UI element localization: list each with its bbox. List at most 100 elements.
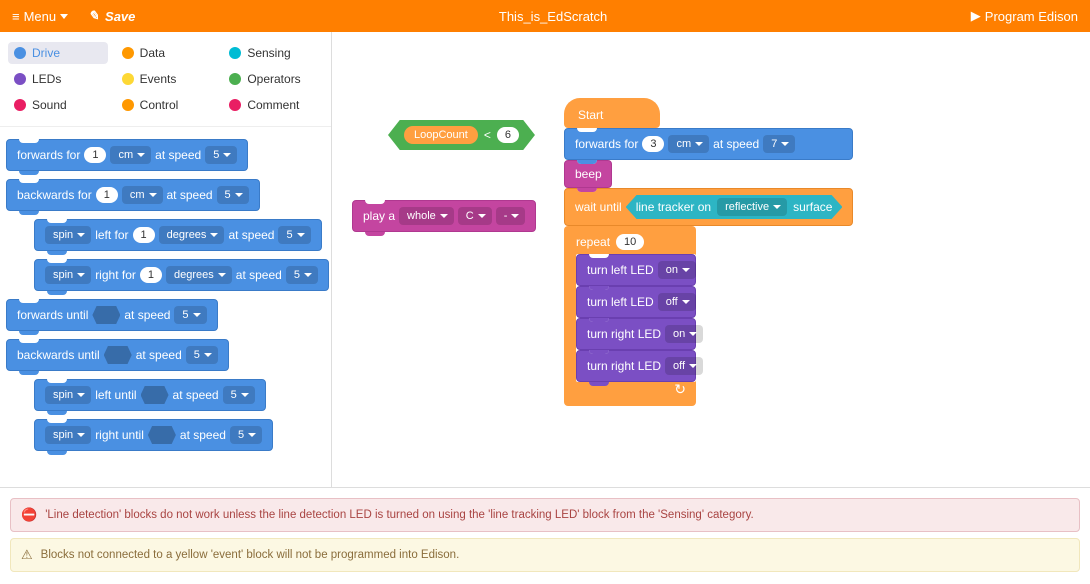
sidebar: Drive Data Sensing LEDs Events Operators… (0, 32, 332, 487)
condition-slot[interactable] (148, 426, 176, 444)
note-dropdown[interactable]: C (458, 207, 492, 225)
value-input[interactable]: 3 (642, 136, 664, 152)
spin-dropdown[interactable]: spin (45, 426, 91, 444)
state-dropdown[interactable]: on (665, 325, 703, 343)
play-note-block[interactable]: play a whole C - (352, 200, 536, 232)
hamburger-icon: ≡ (12, 9, 20, 24)
surface-dropdown[interactable]: reflective (717, 198, 787, 216)
app-header: ≡ Menu ✎ Save This_is_EdScratch ▶ Progra… (0, 0, 1090, 32)
unit-dropdown[interactable]: degrees (166, 266, 232, 284)
palette-block-backwards-until[interactable]: backwards until at speed 5 (6, 339, 229, 371)
error-icon: ⛔ (21, 507, 37, 523)
variable-pill[interactable]: LoopCount (404, 126, 478, 144)
speed-dropdown[interactable]: 5 (217, 186, 249, 204)
forwards-block[interactable]: forwards for 3 cm at speed 7 (564, 128, 853, 160)
category-sound[interactable]: Sound (8, 94, 108, 116)
menu-button[interactable]: ≡ Menu (12, 9, 68, 24)
condition-slot[interactable] (104, 346, 132, 364)
palette-block-spin-right-until[interactable]: spin right until at speed 5 (34, 419, 273, 451)
category-list: Drive Data Sensing LEDs Events Operators… (0, 32, 331, 127)
unit-dropdown[interactable]: degrees (159, 226, 225, 244)
category-sensing[interactable]: Sensing (223, 42, 323, 64)
value-input[interactable]: 1 (84, 147, 106, 163)
chevron-down-icon (60, 14, 68, 19)
category-events[interactable]: Events (116, 68, 216, 90)
palette-block-spin-left-for[interactable]: spin left for 1 degrees at speed 5 (34, 219, 322, 251)
unit-dropdown[interactable]: cm (122, 186, 163, 204)
start-label: Start (578, 108, 603, 122)
spin-dropdown[interactable]: spin (45, 386, 91, 404)
unit-dropdown[interactable]: cm (110, 146, 151, 164)
spin-dropdown[interactable]: spin (45, 226, 91, 244)
operator-symbol: < (484, 128, 491, 142)
repeat-body: turn left LED on turn left LED off turn … (576, 254, 696, 382)
condition-slot[interactable] (141, 386, 169, 404)
block-label: turn right LED (587, 359, 661, 373)
block-label: forwards until (17, 308, 88, 322)
category-label: Control (140, 98, 179, 112)
state-dropdown[interactable]: on (658, 261, 696, 279)
wait-until-block[interactable]: wait until line tracker on reflective su… (564, 188, 853, 226)
block-palette[interactable]: forwards for 1 cm at speed 5 backwards f… (0, 127, 331, 487)
program-stack[interactable]: Start forwards for 3 cm at speed 7 beep … (564, 98, 853, 406)
category-leds[interactable]: LEDs (8, 68, 108, 90)
block-label: turn left LED (587, 263, 654, 277)
speed-dropdown[interactable]: 5 (205, 146, 237, 164)
workspace-canvas[interactable]: LoopCount < 6 play a whole C - Start for… (332, 32, 1090, 487)
speed-label: at speed (155, 148, 201, 162)
error-alert: ⛔ 'Line detection' blocks do not work un… (10, 498, 1080, 532)
start-event-block[interactable]: Start (564, 98, 660, 128)
speed-label: at speed (167, 188, 213, 202)
line-tracker-sensor[interactable]: line tracker on reflective surface (626, 195, 843, 219)
dot-icon (229, 99, 241, 111)
repeat-block[interactable]: repeat 10 turn left LED on turn left LED… (564, 226, 696, 406)
category-label: Comment (247, 98, 299, 112)
menu-label: Menu (24, 9, 57, 24)
program-edison-button[interactable]: ▶ Program Edison (971, 8, 1078, 24)
beep-block[interactable]: beep (564, 160, 612, 188)
speed-dropdown[interactable]: 5 (230, 426, 262, 444)
turn-right-led-off-block[interactable]: turn right LED off (576, 350, 696, 382)
play-icon: ▶ (971, 8, 981, 24)
condition-slot[interactable] (92, 306, 120, 324)
palette-block-backwards-for[interactable]: backwards for 1 cm at speed 5 (6, 179, 260, 211)
speed-dropdown[interactable]: 5 (223, 386, 255, 404)
speed-dropdown[interactable]: 5 (174, 306, 206, 324)
block-label: backwards until (17, 348, 100, 362)
value-input[interactable]: 6 (497, 127, 519, 143)
workspace[interactable]: LoopCount < 6 play a whole C - Start for… (332, 32, 1090, 487)
turn-right-led-on-block[interactable]: turn right LED on (576, 318, 696, 350)
operator-compare-block[interactable]: LoopCount < 6 (388, 120, 535, 150)
category-data[interactable]: Data (116, 42, 216, 64)
block-label: play a (363, 209, 395, 223)
palette-block-spin-left-until[interactable]: spin left until at speed 5 (34, 379, 266, 411)
state-dropdown[interactable]: off (665, 357, 703, 375)
unit-dropdown[interactable]: cm (668, 135, 709, 153)
category-comment[interactable]: Comment (223, 94, 323, 116)
state-dropdown[interactable]: off (658, 293, 696, 311)
speed-dropdown[interactable]: 7 (763, 135, 795, 153)
value-input[interactable]: 1 (140, 267, 162, 283)
turn-left-led-off-block[interactable]: turn left LED off (576, 286, 696, 318)
palette-block-forwards-for[interactable]: forwards for 1 cm at speed 5 (6, 139, 248, 171)
category-control[interactable]: Control (116, 94, 216, 116)
speed-dropdown[interactable]: 5 (286, 266, 318, 284)
block-label: turn right LED (587, 327, 661, 341)
speed-dropdown[interactable]: 5 (186, 346, 218, 364)
loop-arrow-icon: ↻ (674, 381, 686, 398)
modifier-dropdown[interactable]: - (496, 207, 526, 225)
category-drive[interactable]: Drive (8, 42, 108, 64)
duration-dropdown[interactable]: whole (399, 207, 454, 225)
repeat-count[interactable]: 10 (616, 234, 644, 250)
palette-block-spin-right-for[interactable]: spin right for 1 degrees at speed 5 (34, 259, 329, 291)
sensor-post: surface (793, 200, 832, 214)
value-input[interactable]: 1 (96, 187, 118, 203)
save-button[interactable]: ✎ Save (88, 8, 135, 24)
speed-dropdown[interactable]: 5 (278, 226, 310, 244)
palette-block-forwards-until[interactable]: forwards until at speed 5 (6, 299, 218, 331)
turn-left-led-on-block[interactable]: turn left LED on (576, 254, 696, 286)
speed-label: at speed (136, 348, 182, 362)
spin-dropdown[interactable]: spin (45, 266, 91, 284)
value-input[interactable]: 1 (133, 227, 155, 243)
category-operators[interactable]: Operators (223, 68, 323, 90)
